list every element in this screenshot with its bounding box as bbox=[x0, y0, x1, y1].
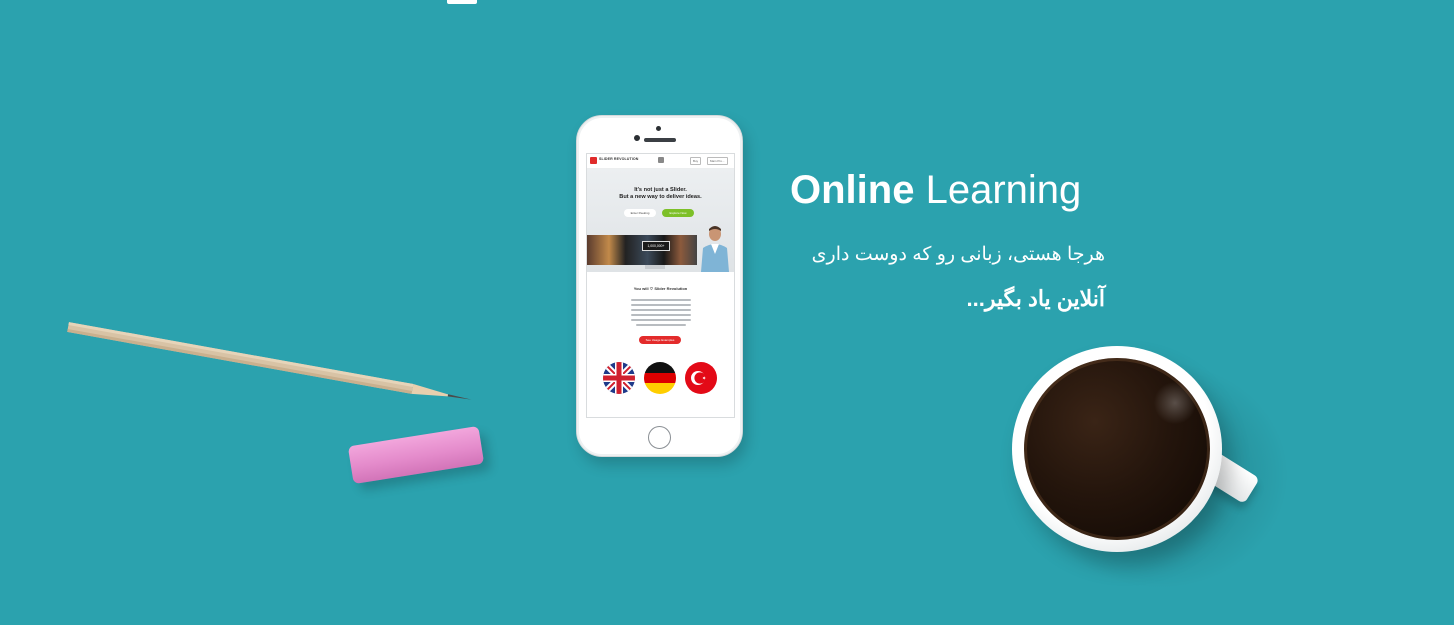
uk-flag-icon bbox=[603, 362, 635, 394]
headline: Online Learning bbox=[790, 166, 1120, 214]
screen-desc-line bbox=[631, 319, 691, 321]
menu-icon bbox=[658, 157, 664, 163]
screen-monitor-stand bbox=[645, 265, 665, 269]
top-tab-indicator bbox=[447, 0, 477, 4]
phone-screen: SLIDER REVOLUTION Buy Main Pro... It's n… bbox=[586, 153, 735, 418]
eraser-decoration bbox=[347, 425, 485, 485]
slider-logo-icon bbox=[590, 157, 597, 164]
screen-nav-buy: Buy bbox=[690, 157, 702, 165]
phone-speaker bbox=[644, 138, 676, 142]
screen-logo-text: SLIDER REVOLUTION bbox=[599, 157, 639, 161]
hero-title-line1: It's not just a Slider. bbox=[634, 187, 687, 193]
screen-desc-line bbox=[636, 324, 686, 326]
germany-flag-icon bbox=[644, 362, 676, 394]
screen-person-image bbox=[695, 224, 734, 272]
screen-desc-line bbox=[631, 304, 691, 306]
hero-title-line2: But a new way to deliver ideas. bbox=[619, 194, 702, 200]
screen-desc-line bbox=[631, 299, 691, 301]
headline-regular: Learning bbox=[925, 168, 1082, 212]
screen-red-button: See Usage Examples bbox=[639, 336, 681, 344]
screen-hero-title: It's not just a Slider. But a new way to… bbox=[587, 187, 734, 201]
screen-nav-main: Main Pro... bbox=[707, 157, 728, 165]
screen-hero-green-button: Explore Now bbox=[662, 209, 694, 217]
coffee-shine bbox=[1150, 378, 1200, 428]
screen-desc-line bbox=[631, 314, 691, 316]
turkey-flag-icon bbox=[685, 362, 717, 394]
phone-mockup: SLIDER REVOLUTION Buy Main Pro... It's n… bbox=[576, 115, 743, 457]
screen-you-will-heading: You will ♡ Slider Revolution bbox=[633, 286, 688, 291]
phone-camera bbox=[656, 126, 661, 131]
screen-badge: 1,000,000+ bbox=[642, 241, 670, 251]
screen-hero-white-button: Enter Peeking bbox=[624, 209, 656, 217]
headline-bold: Online bbox=[790, 168, 915, 212]
screen-desc-line bbox=[631, 309, 691, 311]
phone-sensor bbox=[634, 135, 640, 141]
phone-home-button bbox=[648, 426, 671, 449]
screen-hero: It's not just a Slider. But a new way to… bbox=[587, 169, 734, 272]
persian-tagline: آنلاین یاد بگیر... bbox=[966, 286, 1105, 311]
persian-subtitle: هرجا هستی، زبانی رو که دوست داری bbox=[811, 244, 1105, 265]
screen-navbar: SLIDER REVOLUTION Buy Main Pro... bbox=[587, 154, 734, 169]
pencil-decoration bbox=[67, 320, 473, 406]
